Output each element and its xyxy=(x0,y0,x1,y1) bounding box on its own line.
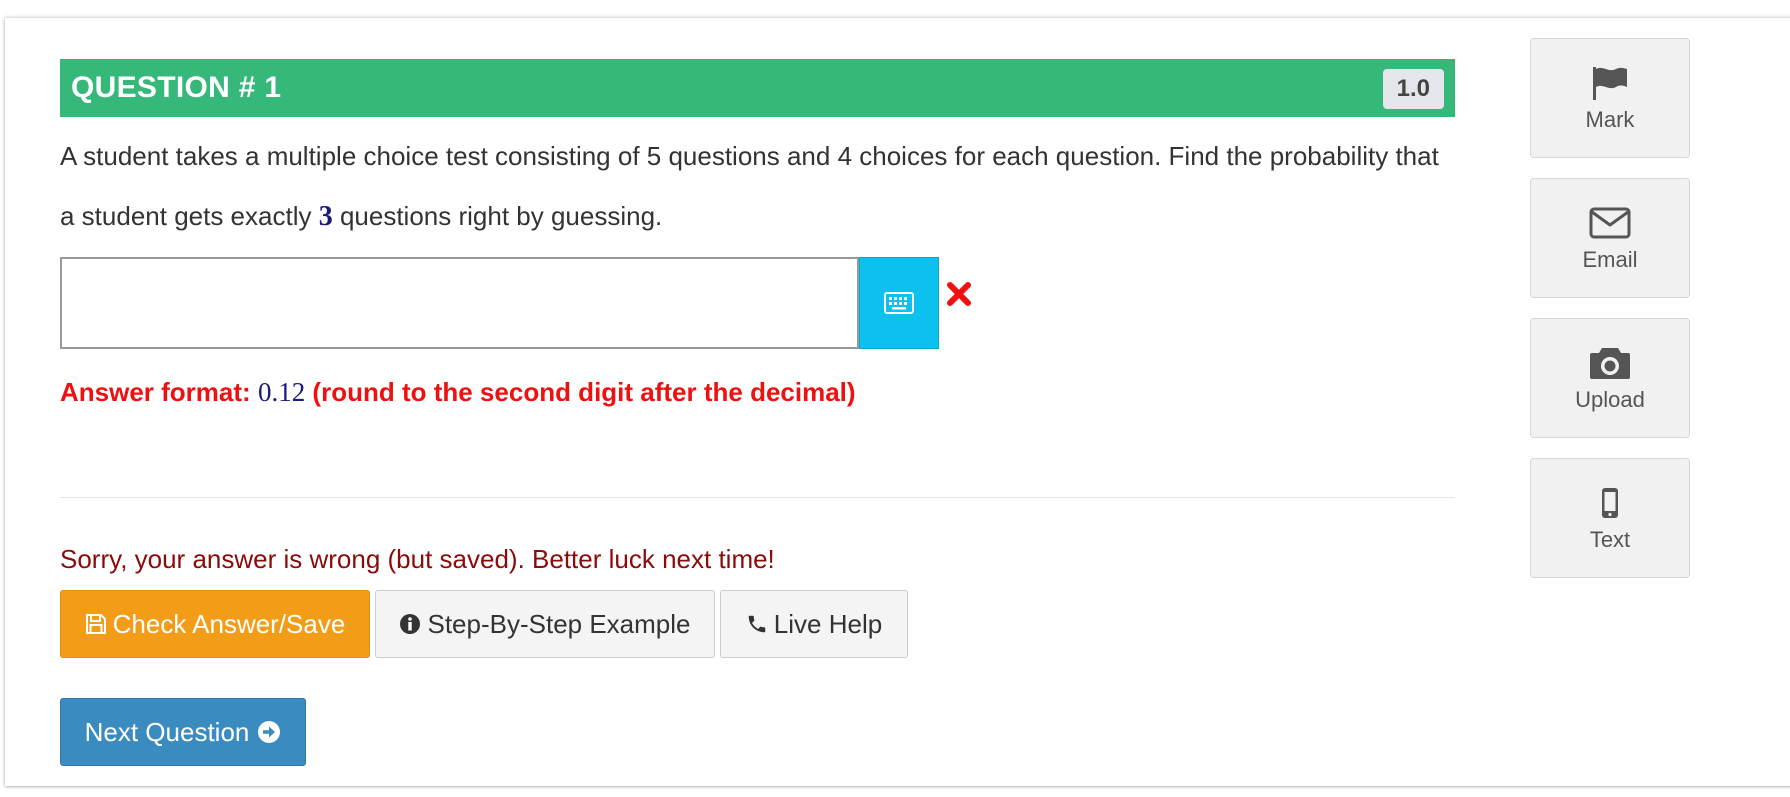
section-divider xyxy=(60,497,1455,498)
upload-button[interactable]: Upload xyxy=(1530,318,1690,438)
answer-input[interactable] xyxy=(60,257,859,349)
live-help-label: Live Help xyxy=(773,608,883,639)
question-header: QUESTION # 1 1.0 xyxy=(60,59,1455,117)
question-text: A student takes a multiple choice test c… xyxy=(60,126,1455,247)
feedback-message: Sorry, your answer is wrong (but saved).… xyxy=(60,544,775,574)
next-question-button[interactable]: Next Question xyxy=(60,698,306,766)
points-badge: 1.0 xyxy=(1382,69,1444,109)
check-answer-save-label: Check Answer/Save xyxy=(112,608,346,639)
step-by-step-example-button[interactable]: Step-By-Step Example xyxy=(375,590,715,658)
camera-icon xyxy=(1590,348,1630,379)
next-question-label: Next Question xyxy=(84,716,250,747)
check-answer-save-button[interactable]: Check Answer/Save xyxy=(60,590,370,658)
answer-format-note: (round to the second digit after the dec… xyxy=(312,377,856,407)
arrow-circle-right-icon xyxy=(258,721,281,743)
math-keyboard-button[interactable] xyxy=(859,257,939,349)
wrong-answer-mark xyxy=(946,281,980,315)
answer-format-hint: Answer format: 0.12 (round to the second… xyxy=(60,377,856,408)
question-text-before: A student takes a multiple choice test c… xyxy=(60,141,1439,231)
mark-button[interactable]: Mark xyxy=(1530,38,1690,158)
save-icon xyxy=(85,614,106,634)
answer-format-example: 0.12 xyxy=(257,377,306,407)
question-title: QUESTION # 1 xyxy=(71,71,282,104)
mark-label: Mark xyxy=(1585,107,1635,132)
info-circle-icon xyxy=(400,614,421,634)
question-highlight-number: 3 xyxy=(318,201,333,232)
question-text-after: questions right by guessing. xyxy=(332,201,663,231)
phone-icon xyxy=(748,615,766,633)
email-button[interactable]: Email xyxy=(1530,178,1690,298)
live-help-button[interactable]: Live Help xyxy=(720,590,908,658)
text-button[interactable]: Text xyxy=(1530,458,1690,578)
answer-format-label: Answer format: xyxy=(60,377,251,407)
wrong-x-icon xyxy=(947,282,971,306)
keyboard-icon xyxy=(884,292,914,314)
email-label: Email xyxy=(1582,247,1638,272)
step-by-step-example-label: Step-By-Step Example xyxy=(427,608,691,639)
question-card: QUESTION # 1 1.0 A student takes a multi… xyxy=(5,18,1790,786)
flag-icon xyxy=(1593,67,1627,100)
envelope-icon xyxy=(1589,207,1631,239)
mobile-phone-icon xyxy=(1602,488,1618,518)
text-label: Text xyxy=(1589,527,1631,552)
upload-label: Upload xyxy=(1575,387,1645,412)
